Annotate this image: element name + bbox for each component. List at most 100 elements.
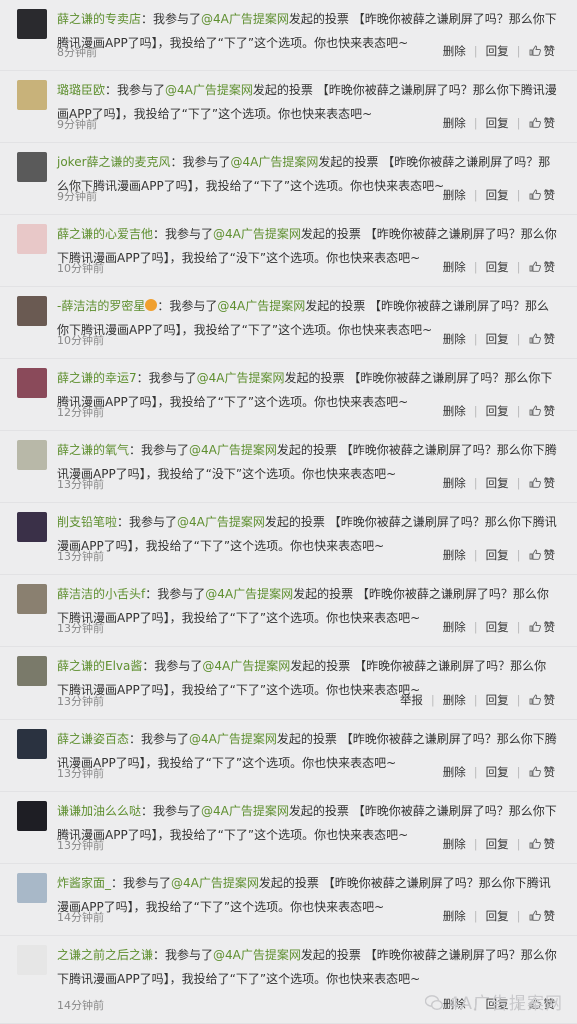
like-button[interactable]: 赞 bbox=[529, 764, 555, 780]
avatar[interactable] bbox=[17, 512, 47, 542]
delete-button[interactable]: 删除 bbox=[443, 764, 466, 780]
like-button[interactable]: 赞 bbox=[529, 43, 556, 59]
reply-button[interactable]: 回复 bbox=[486, 403, 509, 419]
mention-link[interactable]: @4A广告提案网 bbox=[189, 443, 277, 457]
mention-link[interactable]: @4A广告提案网 bbox=[231, 155, 319, 169]
mention-link[interactable]: @4A广告提案网 bbox=[202, 659, 290, 673]
reply-button[interactable]: 回复 bbox=[486, 43, 509, 59]
comment-pre: ：我参与了 bbox=[141, 804, 202, 818]
avatar[interactable] bbox=[17, 656, 47, 686]
delete-button[interactable]: 删除 bbox=[443, 692, 466, 708]
avatar[interactable] bbox=[17, 80, 47, 110]
username-link[interactable]: 削支铅笔啦 bbox=[57, 515, 117, 529]
avatar[interactable] bbox=[17, 224, 47, 254]
username-link[interactable]: 薛之谦的心爱吉他 bbox=[57, 227, 153, 241]
mention-link[interactable]: @4A广告提案网 bbox=[201, 804, 289, 818]
username-link[interactable]: 薛之谦的幸运7 bbox=[57, 371, 137, 385]
mention-link[interactable]: @4A广告提案网 bbox=[197, 371, 285, 385]
reply-button[interactable]: 回复 bbox=[486, 547, 509, 563]
delete-button[interactable]: 删除 bbox=[443, 259, 466, 275]
timestamp: 10分钟前 bbox=[57, 262, 104, 275]
reply-button[interactable]: 回复 bbox=[486, 115, 509, 131]
reply-button[interactable]: 回复 bbox=[486, 331, 509, 347]
username-link[interactable]: 薛之谦的氧气 bbox=[57, 443, 129, 457]
mention-link[interactable]: @4A广告提案网 bbox=[189, 732, 277, 746]
username-link[interactable]: 薛之谦姿百态 bbox=[57, 732, 129, 746]
avatar[interactable] bbox=[17, 368, 47, 398]
delete-button[interactable]: 删除 bbox=[443, 115, 466, 131]
username-link[interactable]: 薛之谦的专卖店 bbox=[57, 12, 141, 26]
avatar[interactable] bbox=[17, 873, 47, 903]
timestamp: 13分钟前 bbox=[57, 695, 104, 708]
like-button[interactable]: 赞 bbox=[529, 836, 555, 852]
delete-button[interactable]: 删除 bbox=[443, 43, 466, 59]
reply-button[interactable]: 回复 bbox=[486, 259, 509, 275]
mention-link[interactable]: @4A广告提案网 bbox=[213, 227, 301, 241]
comment-pre: ：我参与了 bbox=[117, 515, 178, 529]
delete-button[interactable]: 删除 bbox=[443, 836, 466, 852]
delete-button[interactable]: 删除 bbox=[443, 187, 466, 203]
like-button[interactable]: 赞 bbox=[529, 115, 555, 131]
avatar[interactable] bbox=[17, 440, 47, 470]
username-link[interactable]: 璐璐臣欧 bbox=[57, 83, 105, 97]
delete-button[interactable]: 删除 bbox=[443, 403, 466, 419]
delete-button[interactable]: 删除 bbox=[443, 475, 466, 491]
wechat-icon bbox=[424, 995, 443, 1010]
username-link[interactable]: 之谦之前之后之谦 bbox=[57, 948, 153, 962]
avatar[interactable] bbox=[17, 729, 47, 759]
like-label: 赞 bbox=[543, 332, 556, 346]
delete-button[interactable]: 删除 bbox=[443, 619, 466, 635]
like-button[interactable]: 赞 bbox=[529, 403, 555, 419]
like-button[interactable]: 赞 bbox=[529, 187, 555, 203]
mention-link[interactable]: @4A广告提案网 bbox=[213, 948, 301, 962]
username-link[interactable]: 炸酱家面_ bbox=[57, 876, 111, 890]
like-label: 赞 bbox=[543, 44, 556, 58]
report-button[interactable]: 举报 bbox=[400, 692, 423, 708]
timestamp: 10分钟前 bbox=[57, 334, 104, 347]
comment-actions: 删除 | 回复 | 赞 bbox=[443, 43, 555, 59]
like-button[interactable]: 赞 bbox=[529, 619, 556, 635]
avatar[interactable] bbox=[17, 945, 47, 975]
watermark: 4A广告提案网 bbox=[424, 989, 563, 1014]
mention-link[interactable]: @4A广告提案网 bbox=[205, 587, 293, 601]
thumbs-up-icon bbox=[529, 766, 541, 777]
like-button[interactable]: 赞 bbox=[529, 475, 555, 491]
avatar[interactable] bbox=[17, 152, 47, 182]
mention-link[interactable]: @4A广告提案网 bbox=[171, 876, 259, 890]
comment-pre: ：我参与了 bbox=[157, 299, 218, 313]
reply-button[interactable]: 回复 bbox=[486, 619, 509, 635]
like-button[interactable]: 赞 bbox=[529, 259, 555, 275]
username-link[interactable]: 薛洁洁的小舌头f bbox=[57, 587, 145, 601]
like-button[interactable]: 赞 bbox=[529, 331, 556, 347]
reply-button[interactable]: 回复 bbox=[486, 187, 509, 203]
avatar[interactable] bbox=[17, 296, 47, 326]
mention-link[interactable]: @4A广告提案网 bbox=[177, 515, 265, 529]
reply-button[interactable]: 回复 bbox=[486, 475, 509, 491]
avatar[interactable] bbox=[17, 9, 47, 39]
action-divider: | bbox=[516, 476, 521, 490]
reply-button[interactable]: 回复 bbox=[486, 908, 509, 924]
username-link[interactable]: joker薛之谦的麦克风 bbox=[57, 155, 171, 169]
like-button[interactable]: 赞 bbox=[529, 547, 555, 563]
reply-button[interactable]: 回复 bbox=[486, 764, 509, 780]
username-link[interactable]: 薛之谦的Elva酱 bbox=[57, 659, 142, 673]
username-link[interactable]: -薛洁洁的罗密星 bbox=[57, 299, 145, 313]
timestamp: 13分钟前 bbox=[57, 478, 104, 491]
username-link[interactable]: 谦谦加油么么哒 bbox=[57, 804, 141, 818]
mention-link[interactable]: @4A广告提案网 bbox=[217, 299, 305, 313]
mention-link[interactable]: @4A广告提案网 bbox=[201, 12, 289, 26]
like-label: 赞 bbox=[543, 620, 556, 634]
reply-button[interactable]: 回复 bbox=[486, 692, 509, 708]
reply-button[interactable]: 回复 bbox=[486, 836, 509, 852]
delete-button[interactable]: 删除 bbox=[443, 908, 466, 924]
delete-button[interactable]: 删除 bbox=[443, 331, 466, 347]
comment-actions: 删除 | 回复 | 赞 bbox=[443, 259, 555, 275]
like-button[interactable]: 赞 bbox=[529, 908, 555, 924]
avatar[interactable] bbox=[17, 801, 47, 831]
thumbs-up-icon bbox=[529, 838, 541, 849]
comment-pre: ：我参与了 bbox=[141, 12, 202, 26]
avatar[interactable] bbox=[17, 584, 47, 614]
mention-link[interactable]: @4A广告提案网 bbox=[165, 83, 253, 97]
delete-button[interactable]: 删除 bbox=[443, 547, 466, 563]
like-button[interactable]: 赞 bbox=[529, 692, 555, 708]
